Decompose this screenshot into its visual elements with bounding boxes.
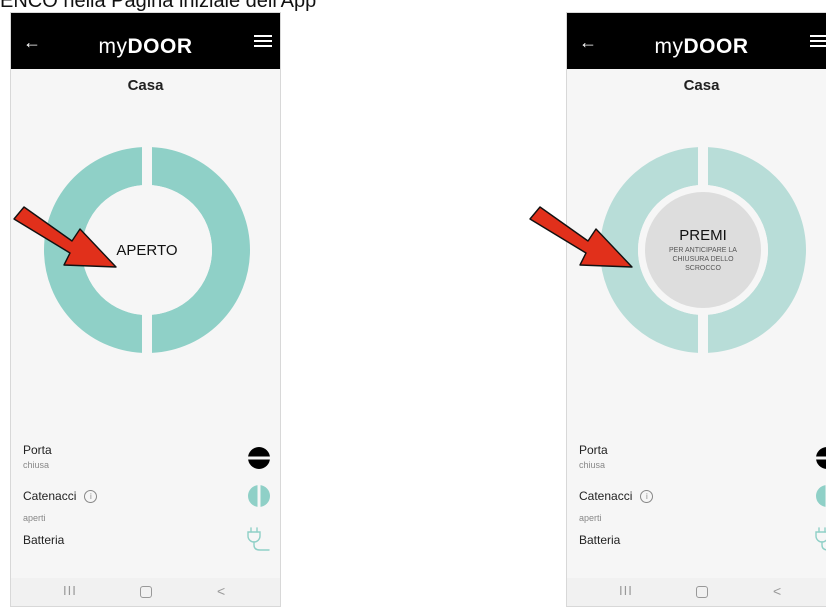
- home-icon[interactable]: [696, 586, 708, 598]
- status-value: aperti: [579, 513, 602, 523]
- page-title: Casa: [683, 77, 720, 94]
- status-label: Catenacci i: [23, 489, 270, 503]
- system-navbar: III <: [567, 578, 826, 606]
- page-title: Casa: [127, 77, 164, 94]
- status-row-battery: Batteria: [23, 527, 270, 551]
- app-header: ← myDOOR: [567, 13, 826, 69]
- status-row-door: Porta chiusa: [23, 443, 270, 470]
- door-closed-icon: [816, 447, 826, 469]
- press-label: PREMI: [679, 227, 727, 244]
- annotation-arrow-right: [529, 206, 633, 268]
- status-label: Batteria: [579, 533, 621, 547]
- status-label: Batteria: [23, 533, 65, 547]
- hamburger-menu-icon[interactable]: [254, 33, 272, 49]
- status-label: Catenacci i: [579, 489, 826, 503]
- status-row-battery: Batteria: [579, 527, 826, 551]
- info-icon[interactable]: i: [640, 490, 654, 503]
- power-plug-icon: [247, 527, 270, 551]
- status-value: aperti: [23, 513, 46, 523]
- nav-back-button[interactable]: <: [217, 584, 225, 598]
- recents-button[interactable]: III: [619, 584, 633, 598]
- status-value: chiusa: [579, 460, 606, 470]
- status-label: Porta: [23, 443, 52, 457]
- phone-screen-press: ← myDOOR Casa PREMI PER ANTICIPARE LA CH…: [566, 12, 826, 607]
- system-navbar: III <: [11, 578, 280, 606]
- recents-button[interactable]: III: [63, 584, 77, 598]
- bolts-open-icon: [248, 485, 270, 507]
- nav-back-button[interactable]: <: [773, 584, 781, 598]
- status-row-bolts: Catenacci i aperti: [579, 485, 826, 523]
- press-hint: PER ANTICIPARE LA CHIUSURA DELLO SCROCCO: [669, 247, 737, 272]
- door-closed-icon: [248, 447, 270, 469]
- status-row-bolts: Catenacci i aperti: [23, 485, 270, 523]
- info-icon[interactable]: i: [84, 490, 98, 503]
- app-logo: myDOOR: [98, 35, 193, 58]
- status-row-door: Porta chiusa: [579, 443, 826, 470]
- back-arrow-icon[interactable]: ←: [21, 31, 43, 53]
- hamburger-menu-icon[interactable]: [810, 33, 826, 49]
- back-arrow-icon[interactable]: ←: [577, 31, 599, 53]
- annotation-arrow-left: [13, 206, 117, 268]
- press-button[interactable]: PREMI PER ANTICIPARE LA CHIUSURA DELLO S…: [645, 192, 761, 308]
- status-label: Porta: [579, 443, 608, 457]
- power-plug-icon: [815, 527, 826, 551]
- app-header: ← myDOOR: [11, 13, 280, 69]
- status-value: chiusa: [23, 460, 50, 470]
- bolts-open-icon: [816, 485, 826, 507]
- home-icon[interactable]: [140, 586, 152, 598]
- phone-screen-open: ← myDOOR Casa APERTO Porta chiusa Catena…: [10, 12, 281, 607]
- app-logo: myDOOR: [654, 35, 749, 58]
